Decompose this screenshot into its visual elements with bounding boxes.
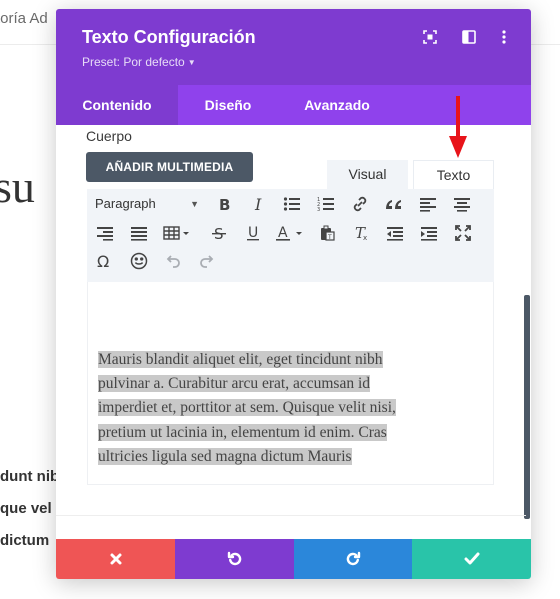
background-heading: su xyxy=(0,161,35,212)
indent-icon[interactable] xyxy=(417,222,441,244)
tab-diseno[interactable]: Diseño xyxy=(178,85,278,125)
editor-content[interactable]: Mauris blandit aliquet elit, eget tincid… xyxy=(98,348,438,469)
content-line: Mauris blandit aliquet elit, eget tincid… xyxy=(98,351,383,368)
rich-text-editor[interactable]: Mauris blandit aliquet elit, eget tincid… xyxy=(87,282,494,485)
modal-header: Texto Configuración Preset: Por defecto ▼ xyxy=(56,9,531,85)
justify-icon[interactable] xyxy=(127,222,151,244)
tab-visual[interactable]: Visual xyxy=(327,160,408,189)
special-char-icon[interactable]: Ω xyxy=(93,250,117,272)
focus-icon[interactable] xyxy=(422,29,438,45)
add-media-button[interactable]: AÑADIR MULTIMEDIA xyxy=(86,152,253,182)
align-center-icon[interactable] xyxy=(450,193,474,215)
redo-button[interactable] xyxy=(294,539,412,579)
align-left-icon[interactable] xyxy=(416,193,440,215)
more-vertical-icon[interactable] xyxy=(496,29,512,45)
undo-icon[interactable] xyxy=(161,250,185,272)
table-icon[interactable] xyxy=(161,222,193,244)
split-view-icon[interactable] xyxy=(461,29,477,45)
fullscreen-icon[interactable] xyxy=(451,222,475,244)
save-button[interactable] xyxy=(412,539,531,579)
italic-icon[interactable]: I xyxy=(246,193,270,215)
tab-texto[interactable]: Texto xyxy=(413,160,494,189)
modal-footer xyxy=(56,539,531,579)
underline-icon[interactable]: U xyxy=(241,222,265,244)
preset-selector[interactable]: Preset: Por defecto ▼ xyxy=(82,55,196,69)
background-text-line: dictum xyxy=(0,532,50,549)
close-icon xyxy=(110,553,121,565)
modal-body: Cuerpo AÑADIR MULTIMEDIA Visual Texto Pa… xyxy=(56,125,531,539)
preset-label: Preset: Por defecto xyxy=(82,55,185,69)
content-line: pretium ut lacinia in, elementum id enim… xyxy=(98,423,387,441)
modal-scrollbar[interactable] xyxy=(524,295,530,519)
field-label-cuerpo: Cuerpo xyxy=(86,128,132,144)
paragraph-format-value: Paragraph xyxy=(95,196,156,211)
content-line: imperdiet et, porttitor at sem. Quisque … xyxy=(98,399,396,417)
annotation-arrow-icon xyxy=(449,96,467,158)
section-divider xyxy=(56,515,526,516)
check-icon xyxy=(464,552,479,565)
svg-text:x: x xyxy=(363,234,367,241)
outdent-icon[interactable] xyxy=(383,222,407,244)
link-icon[interactable] xyxy=(348,193,372,215)
emoji-icon[interactable] xyxy=(127,250,151,272)
svg-text:Ω: Ω xyxy=(97,253,109,269)
content-line: pulvinar a. Curabitur arcu erat, accumsa… xyxy=(98,375,370,393)
text-color-icon[interactable]: A xyxy=(273,222,307,244)
svg-text:U: U xyxy=(248,225,258,241)
content-line: ultricies ligula sed magna dictum Mauris xyxy=(98,447,352,465)
redo-icon xyxy=(346,551,361,566)
svg-text:T: T xyxy=(327,234,332,241)
cancel-button[interactable] xyxy=(56,539,175,579)
redo-icon[interactable] xyxy=(195,250,219,272)
svg-text:3: 3 xyxy=(317,207,320,212)
paste-text-icon[interactable]: T xyxy=(315,222,339,244)
bullet-list-icon[interactable] xyxy=(280,193,304,215)
align-right-icon[interactable] xyxy=(93,222,117,244)
background-text-line: dunt nib xyxy=(0,468,60,485)
caret-down-icon: ▼ xyxy=(187,58,196,67)
modal-title: Texto Configuración xyxy=(82,27,256,47)
tab-avanzado[interactable]: Avanzado xyxy=(278,85,396,125)
background-text-line: que vel xyxy=(0,500,52,517)
blockquote-icon[interactable] xyxy=(382,193,406,215)
clear-format-icon[interactable]: Tx xyxy=(349,222,373,244)
svg-text:I: I xyxy=(254,196,262,212)
svg-text:A: A xyxy=(278,225,288,241)
tab-contenido[interactable]: Contenido xyxy=(56,85,178,125)
strikethrough-icon[interactable]: S xyxy=(207,222,231,244)
chevron-down-icon: ▼ xyxy=(190,199,199,209)
background-header-text: toría Ad xyxy=(0,10,48,27)
svg-text:B: B xyxy=(219,196,230,212)
bold-icon[interactable]: B xyxy=(212,193,236,215)
undo-icon xyxy=(227,551,241,566)
undo-button[interactable] xyxy=(175,539,294,579)
numbered-list-icon[interactable]: 123 xyxy=(314,193,338,215)
text-settings-modal: Texto Configuración Preset: Por defecto ▼… xyxy=(56,9,531,579)
editor-toolbar: Paragraph ▼ B I 123 U A T T x Ω xyxy=(87,189,494,282)
paragraph-format-select[interactable]: Paragraph ▼ xyxy=(95,193,203,215)
